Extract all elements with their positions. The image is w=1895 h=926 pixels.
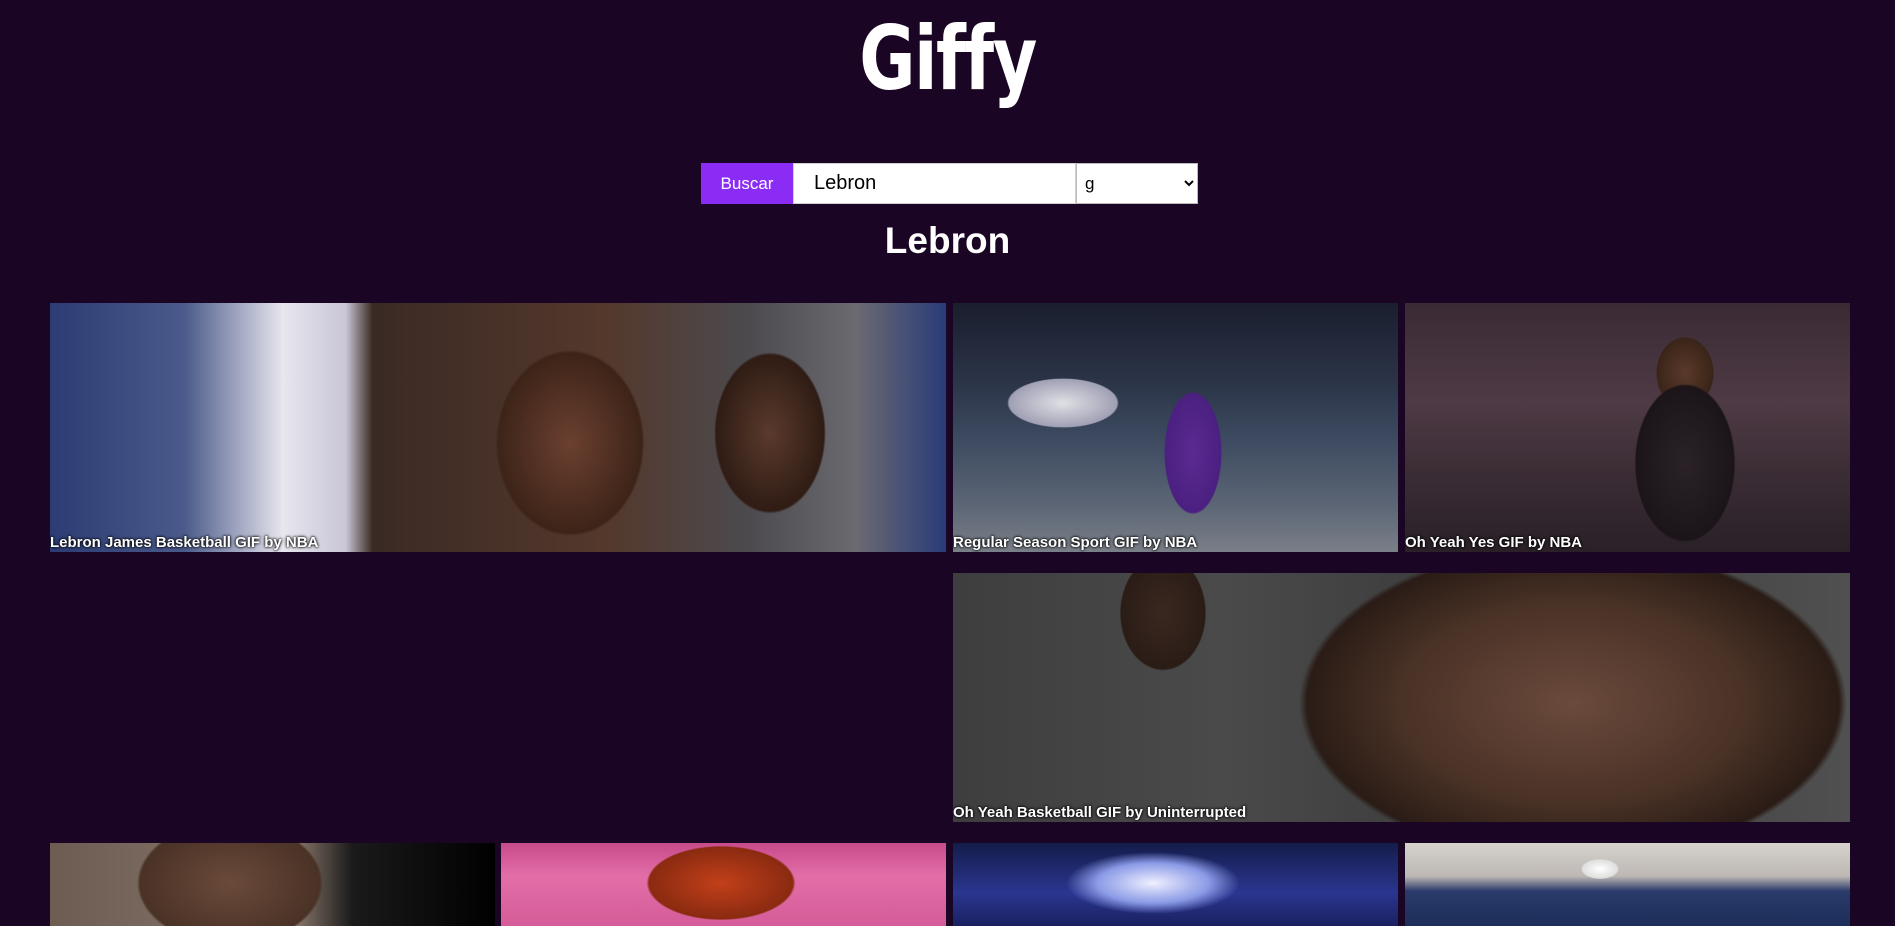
gif-image[interactable] [501, 843, 946, 926]
gif-title: Oh Yeah Yes GIF by NBA [1405, 534, 1583, 551]
search-input[interactable] [793, 163, 1076, 204]
gif-item[interactable] [953, 843, 1398, 926]
gif-title: Lebron James Basketball GIF by NBA [50, 534, 319, 551]
rating-select[interactable]: g [1076, 163, 1198, 204]
gif-item[interactable]: Regular Season Sport GIF by NBA [953, 303, 1398, 552]
gif-image[interactable] [1405, 303, 1850, 552]
results-heading: Lebron [884, 220, 1011, 261]
gif-image[interactable] [953, 573, 1850, 822]
gif-item[interactable]: Lebron James Basketball GIF by NBA [50, 303, 946, 552]
gif-title: Regular Season Sport GIF by NBA [953, 534, 1198, 551]
gif-item[interactable]: Oh Yeah Basketball GIF by Uninterrupted [953, 573, 1850, 822]
gif-image[interactable] [1405, 843, 1850, 926]
gif-image[interactable] [50, 843, 495, 926]
search-form: Buscar g [701, 163, 1198, 204]
gif-item[interactable] [501, 843, 946, 926]
gif-item[interactable]: Oh Yeah Yes GIF by NBA [1405, 303, 1850, 552]
gif-image[interactable] [953, 303, 1398, 552]
search-button[interactable]: Buscar [701, 163, 793, 204]
gif-item[interactable] [50, 843, 495, 926]
gif-item[interactable] [1405, 843, 1850, 926]
gif-image[interactable] [953, 843, 1398, 926]
gif-image[interactable] [50, 303, 946, 552]
gif-title: Oh Yeah Basketball GIF by Uninterrupted [953, 804, 1247, 821]
app-logo[interactable]: Giffy [208, 4, 1686, 114]
